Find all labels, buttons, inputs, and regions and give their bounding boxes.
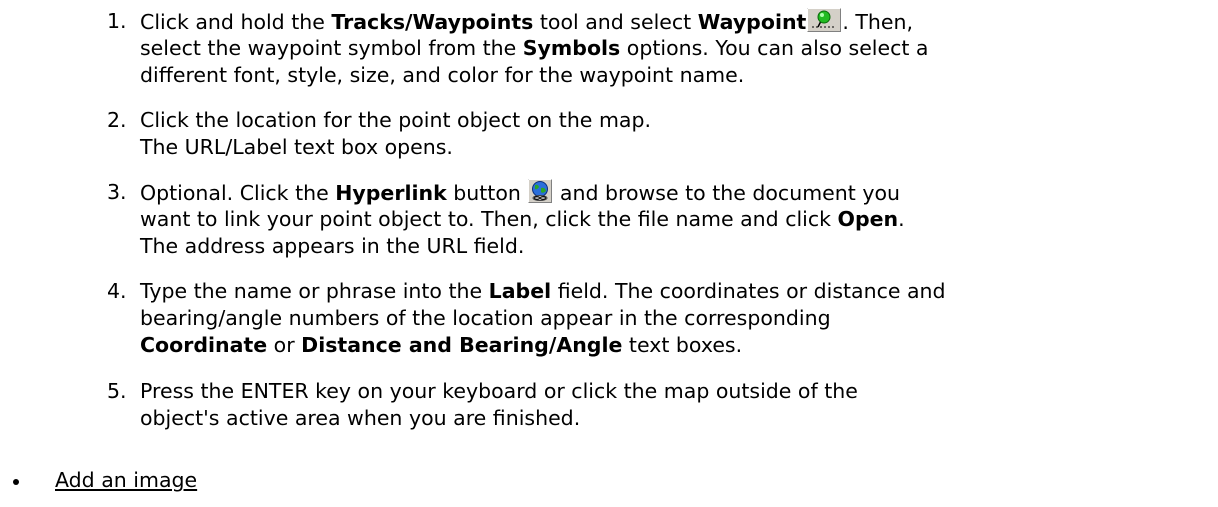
step-line: Type the name or phrase into the Label f… [140,278,1210,305]
step-line: Click the location for the point object … [140,108,651,132]
text-run: or [267,333,302,357]
step-line: Click and hold the Tracks/Waypoints tool… [140,8,1210,35]
text-run: tool and select [533,10,698,34]
step-1-text: Click and hold the Tracks/Waypoints tool… [140,8,1210,89]
step-number: 1. [107,9,127,33]
step-line: want to link your point object to. Then,… [140,206,1210,233]
button-name-hyperlink: Hyperlink [335,181,447,205]
step-line: select the waypoint symbol from the Symb… [140,35,1210,62]
text-run: select the waypoint symbol from the [140,36,523,60]
step-line: The URL/Label text box opens. [140,135,453,159]
bullet-dot-icon [13,479,19,485]
field-name-label: Label [488,279,552,303]
step-2-text: Click the location for the point object … [140,107,1210,161]
text-run: . [898,207,905,231]
step-line: Coordinate or Distance and Bearing/Angle… [140,332,1210,359]
text-run: Type the name or phrase into the [140,279,489,303]
text-run: text boxes. [622,333,743,357]
step-4-text: Type the name or phrase into the Label f… [140,278,1210,359]
step-line: bearing/angle numbers of the location ap… [140,306,831,330]
step-line: Press the ENTER key on your keyboard or … [140,379,858,403]
step-number: 5. [107,379,127,403]
tool-name-waypoint: Waypoint [697,10,807,34]
step-line: different font, style, size, and color f… [140,63,745,87]
step-5-text: Press the ENTER key on your keyboard or … [140,378,1210,432]
step-number: 4. [107,279,127,303]
step-number: 3. [107,180,127,204]
field-name-distance-bearing: Distance and Bearing/Angle [301,333,623,357]
option-name-symbols: Symbols [522,36,621,60]
text-run: Click and hold the [140,10,332,34]
text-run: Optional. Click the [140,181,336,205]
text-run: . Then, [842,10,914,34]
step-number: 2. [107,108,127,132]
tool-name-tracks-waypoints: Tracks/Waypoints [331,10,534,34]
text-run: field. The coordinates or distance and [551,279,946,303]
step-line: The address appears in the URL field. [140,234,525,258]
bullet-list-item: Add an image [0,467,1218,494]
step-3-text: Optional. Click the Hyperlink button and… [140,179,1210,260]
text-run: and browse to the document you [553,181,900,205]
field-name-coordinate: Coordinate [140,333,268,357]
text-run: button [446,181,521,205]
button-name-open: Open [837,207,899,231]
text-run: want to link your point object to. Then,… [140,207,838,231]
text-run: options. You can also select a [620,36,929,60]
step-line: object's active area when you are finish… [140,406,581,430]
step-line: Optional. Click the Hyperlink button and… [140,179,1210,206]
add-an-image-link[interactable]: Add an image [55,467,197,494]
